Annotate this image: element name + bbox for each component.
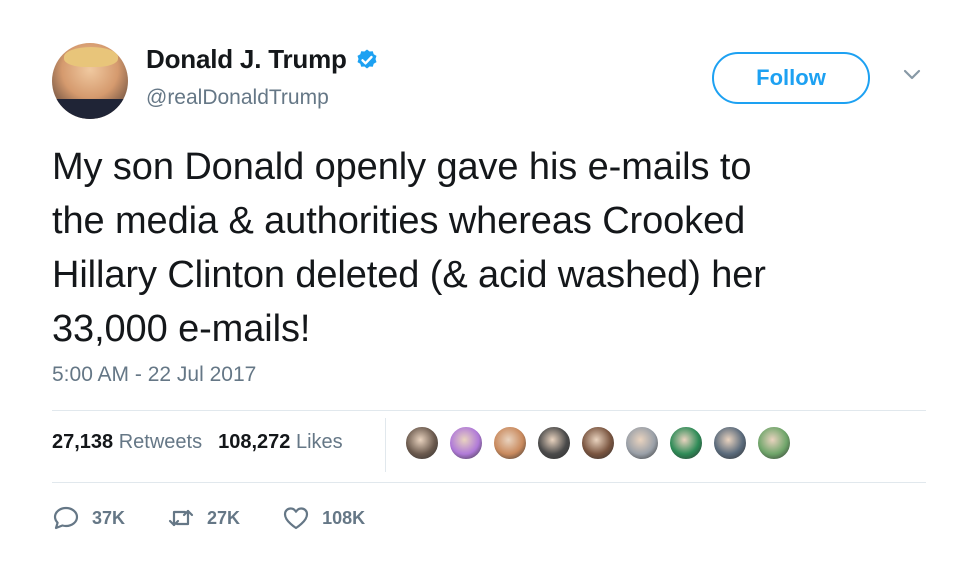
avatar-suit: [52, 99, 128, 119]
tweet-text-line: My son Donald openly gave his e-mails to: [52, 146, 752, 188]
author-handle[interactable]: @realDonaldTrump: [146, 86, 329, 110]
likes-stat[interactable]: 108,272 Likes: [218, 431, 343, 454]
liker-avatar[interactable]: [712, 425, 748, 461]
tweet-text-line: Hillary Clinton deleted (& acid washed) …: [52, 254, 766, 296]
liker-avatar[interactable]: [668, 425, 704, 461]
liker-avatar[interactable]: [492, 425, 528, 461]
tweet-text: My son Donald openly gave his e-mails to…: [52, 140, 932, 356]
author-avatar[interactable]: [52, 43, 128, 119]
verified-badge-icon: [357, 49, 377, 68]
likes-label: Likes: [295, 431, 343, 453]
liker-avatar[interactable]: [404, 425, 440, 461]
tweet-actions: 37K 27K 108K: [52, 505, 407, 531]
follow-button[interactable]: Follow: [712, 52, 870, 104]
reply-count: 37K: [92, 507, 126, 528]
avatar-hair: [64, 47, 118, 67]
liker-avatar[interactable]: [448, 425, 484, 461]
author-name-row: Donald J. Trump: [146, 44, 379, 75]
reply-icon: [53, 506, 79, 530]
retweets-stat[interactable]: 27,138 Retweets: [52, 431, 202, 454]
chevron-down-icon[interactable]: [902, 68, 922, 82]
liker-avatars: [404, 425, 800, 461]
tweet-timestamp[interactable]: 5:00 AM - 22 Jul 2017: [52, 363, 256, 387]
liker-avatar[interactable]: [756, 425, 792, 461]
tweet-text-line: the media & authorities whereas Crooked: [52, 200, 746, 242]
reply-button[interactable]: 37K: [52, 505, 125, 531]
tweet-text-line: 33,000 e-mails!: [52, 308, 311, 350]
divider: [52, 410, 926, 411]
liker-avatar[interactable]: [580, 425, 616, 461]
liker-avatar[interactable]: [536, 425, 572, 461]
retweet-button[interactable]: 27K: [167, 505, 240, 531]
retweet-icon: [168, 509, 194, 527]
retweet-count: 27K: [207, 507, 241, 528]
retweets-label: Retweets: [118, 431, 203, 453]
liker-avatar[interactable]: [624, 425, 660, 461]
heart-icon: [283, 507, 309, 530]
retweets-count: 27,138: [52, 431, 114, 453]
like-count: 108K: [322, 507, 366, 528]
likes-count: 108,272: [218, 431, 291, 453]
stats-separator: [385, 418, 386, 472]
divider: [52, 482, 926, 483]
like-button[interactable]: 108K: [282, 505, 365, 531]
tweet-card: Donald J. Trump @realDonaldTrump Follow …: [0, 0, 980, 565]
tweet-stats: 27,138 Retweets 108,272 Likes: [52, 431, 359, 454]
author-display-name[interactable]: Donald J. Trump: [146, 44, 347, 75]
